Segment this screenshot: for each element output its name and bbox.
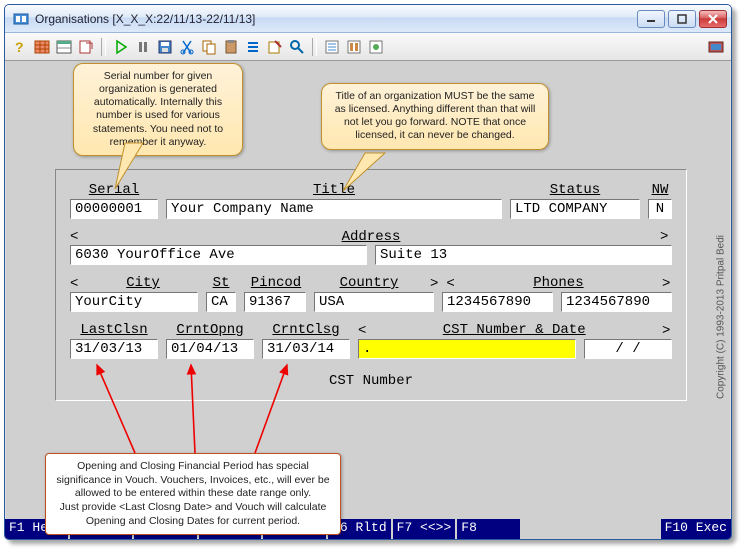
maximize-button[interactable] [668,10,696,28]
address1-field[interactable]: 6030 YourOffice Ave [70,245,367,265]
cut-icon[interactable] [178,38,196,56]
status-label: Status [510,182,640,198]
cstdate-field[interactable]: / / [584,339,672,359]
city-label: City [88,275,198,291]
props2-icon[interactable] [345,38,363,56]
client-area: Copyright (C) 1993-2013 Pritpal Bedi Ser… [5,61,731,539]
cstnum-field[interactable]: . [358,339,576,359]
country-field[interactable]: USA [314,292,434,312]
status-field[interactable]: LTD COMPANY [510,199,640,219]
window-title: Organisations [X_X_X:22/11/13-22/11/13] [35,12,637,26]
svg-text:?: ? [15,39,24,55]
toolbar-separator [312,38,317,56]
help-icon[interactable]: ? [11,38,29,56]
callout-serial: Serial number for given organization is … [73,63,243,156]
country-label: Country [316,275,422,291]
pause-icon[interactable] [134,38,152,56]
angle-right: > [660,229,672,245]
toolbar-separator [101,38,106,56]
minimize-button[interactable] [637,10,665,28]
fkey-spacer [522,519,661,539]
callout-dates: Opening and Closing Financial Period has… [45,453,341,535]
props-icon[interactable] [323,38,341,56]
save-icon[interactable] [156,38,174,56]
f7-key[interactable]: F7 <<>> [393,519,458,539]
export-icon[interactable] [77,38,95,56]
table-icon[interactable] [55,38,73,56]
f8-key[interactable]: F8 [457,519,522,539]
st-label: St [206,275,236,291]
copyright-text: Copyright (C) 1993-2013 Pritpal Bedi [713,117,729,517]
app-icon [13,11,29,27]
edit-icon[interactable] [266,38,284,56]
cstnum-footer-label: CST Number [70,373,672,389]
address-label: Address [82,229,660,245]
st-field[interactable]: CA [206,292,236,312]
serial-field[interactable]: 00000001 [70,199,158,219]
serial-label: Serial [70,182,158,198]
city-field[interactable]: YourCity [70,292,198,312]
copy-icon[interactable] [200,38,218,56]
grid-icon[interactable] [33,38,51,56]
lastclsn-label: LastClsn [70,322,158,338]
close-button[interactable] [699,10,727,28]
list-icon[interactable] [244,38,262,56]
title-label: Title [166,182,502,198]
title-field[interactable]: Your Company Name [166,199,502,219]
phone2-field[interactable]: 1234567890 [561,292,672,312]
search-icon[interactable] [288,38,306,56]
crntopng-label: CrntOpng [166,322,254,338]
address2-field[interactable]: Suite 13 [375,245,672,265]
play-icon[interactable] [112,38,130,56]
callout-title: Title of an organization MUST be the sam… [321,83,549,150]
pincod-field[interactable]: 91367 [244,292,306,312]
titlebar: Organisations [X_X_X:22/11/13-22/11/13] [5,5,731,33]
phones-label: Phones [463,275,654,291]
nw-field[interactable]: N [648,199,672,219]
crntclsg-label: CrntClsg [262,322,350,338]
phone1-field[interactable]: 1234567890 [442,292,553,312]
paste-icon[interactable] [222,38,240,56]
crntclsg-field[interactable]: 31/03/14 [262,339,350,359]
lastclsn-field[interactable]: 31/03/13 [70,339,158,359]
crntopng-field[interactable]: 01/04/13 [166,339,254,359]
nw-label: NW [648,182,672,198]
cstnumdate-label: CST Number & Date [374,322,654,338]
f10-key[interactable]: F10 Exec [661,519,731,539]
app-window: Organisations [X_X_X:22/11/13-22/11/13] … [4,4,732,540]
toolbar: ? [5,33,731,61]
angle-left: < [70,229,82,245]
props3-icon[interactable] [367,38,385,56]
pincod-label: Pincod [244,275,308,291]
form-panel: Serial 00000001 Title Your Company Name … [55,169,687,401]
app-small-icon [707,38,725,56]
